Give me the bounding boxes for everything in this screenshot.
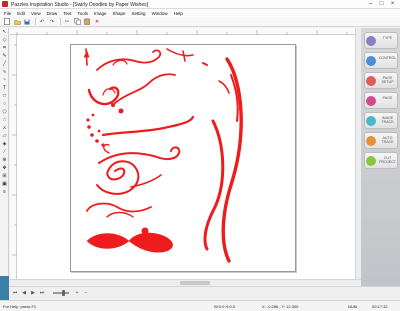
- shadow-icon[interactable]: ▣: [0, 180, 9, 188]
- window-controls: – □ ×: [365, 0, 398, 9]
- tab-image-trace[interactable]: IMAGE TRACE: [364, 112, 398, 129]
- tab-page[interactable]: PAGE: [364, 92, 398, 109]
- toolbar-divider: [35, 18, 36, 25]
- right-panel: TYPE CONTROL PAGE SETUP PAGE IMAGE TRACE…: [361, 28, 400, 286]
- ellipse-icon[interactable]: ○: [0, 100, 9, 108]
- tab-cut-project[interactable]: CUT PROJECT: [364, 152, 398, 169]
- delete-icon[interactable]: ✕: [93, 18, 101, 26]
- cut-project-icon: [366, 156, 376, 166]
- redo-icon[interactable]: ↷: [48, 18, 56, 26]
- menu-shape[interactable]: Shape: [113, 11, 126, 16]
- menu-window[interactable]: Window: [152, 11, 168, 16]
- pointer-icon[interactable]: ↖: [0, 28, 9, 36]
- help-text: For Help, press F1: [3, 304, 37, 309]
- tab-type[interactable]: TYPE: [364, 32, 398, 49]
- dimensions-readout: W:0.0 H:0.0: [214, 304, 236, 309]
- menu-file[interactable]: File: [4, 11, 11, 16]
- swirl-artwork[interactable]: [17, 35, 355, 279]
- knife-icon[interactable]: ⚔: [0, 124, 9, 132]
- menu-view[interactable]: View: [31, 11, 41, 16]
- status-bar: For Help, press F1 W:0.0 H:0.0 X: -0.286…: [0, 300, 400, 311]
- zoom-out-icon[interactable]: −: [83, 290, 89, 296]
- minimize-icon[interactable]: –: [365, 0, 376, 9]
- horizontal-ruler: [10, 28, 355, 35]
- menu-image[interactable]: Image: [94, 11, 107, 16]
- toolbar-divider: [60, 18, 61, 25]
- weld-icon[interactable]: ⊞: [0, 172, 9, 180]
- clock: 00:17:32: [372, 304, 388, 309]
- cut-icon[interactable]: ✂: [63, 18, 71, 26]
- drawing-canvas[interactable]: [17, 35, 355, 279]
- pan-icon[interactable]: ✥: [0, 164, 9, 172]
- tab-page-setup[interactable]: PAGE SETUP: [364, 72, 398, 89]
- eraser-icon[interactable]: ▱: [0, 132, 9, 140]
- rectangle-icon[interactable]: □: [0, 92, 9, 100]
- zoom-icon[interactable]: ⊕: [0, 156, 9, 164]
- horizontal-scroll-thumb[interactable]: [180, 281, 210, 285]
- tab-auto-trace[interactable]: AUTO TRACE: [364, 132, 398, 149]
- menu-bar: File Edit View Draw Text Tools Image Sha…: [0, 9, 400, 17]
- fill-icon[interactable]: ◈: [0, 140, 9, 148]
- curve-icon[interactable]: ∿: [0, 68, 9, 76]
- vertical-ruler: [10, 35, 17, 279]
- menu-draw[interactable]: Draw: [47, 11, 58, 16]
- save-icon[interactable]: [23, 18, 31, 26]
- layers-icon[interactable]: ≡: [0, 188, 9, 196]
- polygon-icon[interactable]: ⬠: [0, 108, 9, 116]
- star-icon[interactable]: ☆: [0, 116, 9, 124]
- text-icon[interactable]: T: [0, 84, 9, 92]
- crop-icon[interactable]: ⌗: [0, 44, 9, 52]
- left-toolbox: ↖ ◇ ⌗ ✎ ╱ ∿ ~ T □ ○ ⬠ ☆ ⚔ ▱ ◈ ⁄ ⊕ ✥ ⊞ ▣ …: [0, 28, 9, 311]
- next-page-icon[interactable]: ▶: [30, 290, 36, 296]
- new-icon[interactable]: [3, 18, 11, 26]
- paste-icon[interactable]: [83, 18, 91, 26]
- zoom-slider[interactable]: [53, 290, 69, 296]
- undo-icon[interactable]: ↶: [38, 18, 46, 26]
- last-page-icon[interactable]: ⏭: [39, 290, 45, 296]
- maximize-icon[interactable]: □: [376, 0, 387, 9]
- zoom-slider-knob[interactable]: [62, 290, 65, 296]
- menu-setting[interactable]: Setting: [132, 11, 146, 16]
- app-logo-icon: [2, 1, 8, 7]
- copy-icon[interactable]: [73, 18, 81, 26]
- coordinates-readout: X: -0.286 , Y: 12.300: [262, 304, 299, 309]
- zoom-in-icon[interactable]: +: [74, 290, 80, 296]
- control-icon: [366, 56, 376, 66]
- node-icon[interactable]: ◇: [0, 36, 9, 44]
- menu-tools[interactable]: Tools: [78, 11, 89, 16]
- title-bar: Pazzles Inspiration Studio - [Swirly Doo…: [0, 0, 400, 9]
- view-controls-bar: ⏮ ◀ ▶ ⏭ + −: [9, 286, 400, 299]
- first-page-icon[interactable]: ⏮: [12, 290, 18, 296]
- page-setup-icon: [366, 76, 376, 86]
- type-icon: [366, 36, 376, 46]
- line-icon[interactable]: ╱: [0, 60, 9, 68]
- pen-icon[interactable]: ✎: [0, 52, 9, 60]
- eyedropper-icon[interactable]: ⁄: [0, 148, 9, 156]
- tab-control[interactable]: CONTROL: [364, 52, 398, 69]
- close-icon[interactable]: ×: [387, 0, 398, 9]
- menu-text[interactable]: Text: [63, 11, 71, 16]
- prev-page-icon[interactable]: ◀: [21, 290, 27, 296]
- page-icon: [366, 96, 376, 106]
- main-toolbar: ↶ ↷ ✂ ✕: [0, 17, 400, 27]
- menu-edit[interactable]: Edit: [17, 11, 25, 16]
- num-lock-indicator: NUM: [348, 304, 358, 309]
- menu-help[interactable]: Help: [174, 11, 183, 16]
- freehand-icon[interactable]: ~: [0, 76, 9, 84]
- window-title: Pazzles Inspiration Studio - [Swirly Doo…: [11, 1, 149, 8]
- horizontal-scrollbar[interactable]: [10, 279, 361, 286]
- image-trace-icon: [366, 116, 376, 126]
- auto-trace-icon: [366, 136, 376, 146]
- open-icon[interactable]: [13, 18, 21, 26]
